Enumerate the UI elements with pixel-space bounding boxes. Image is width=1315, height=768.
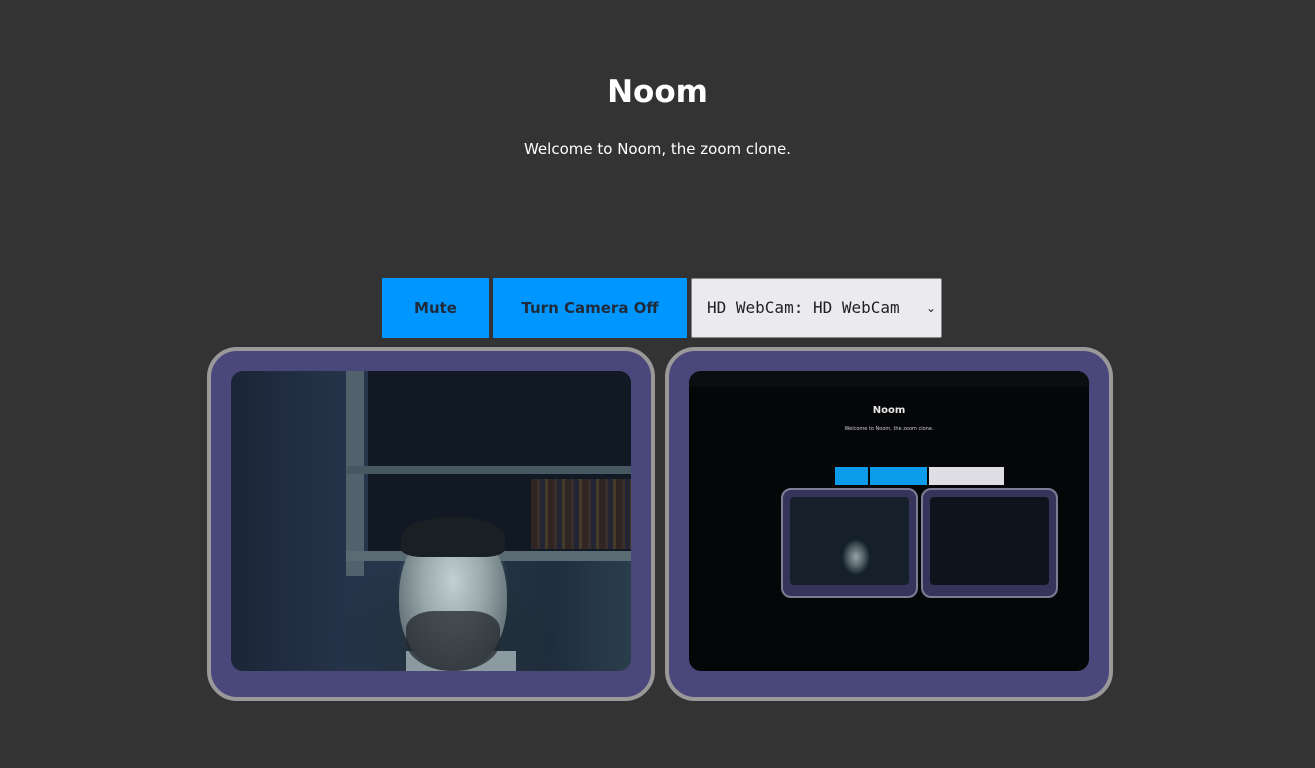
shared-screen-video-1: [790, 497, 909, 585]
person-beard: [406, 611, 500, 671]
mute-button[interactable]: Mute: [382, 278, 489, 338]
my-video-frame: [207, 347, 655, 701]
shared-screen-camera-button: [870, 467, 927, 485]
peer-video: Noom Welcome to Noom, the zoom clone.: [689, 371, 1089, 671]
my-video: [231, 371, 631, 671]
shared-screen-video-2: [930, 497, 1049, 585]
page-title: Noom: [607, 74, 708, 110]
shared-screen-topbar: [689, 371, 1089, 387]
background-books: [531, 479, 631, 549]
shared-screen-video-frame-1: [781, 488, 918, 598]
page-subtitle: Welcome to Noom, the zoom clone.: [523, 140, 792, 158]
camera-select-value: HD WebCam: HD WebCam: [707, 298, 900, 317]
person-hair: [401, 517, 505, 557]
shared-screen-camera-select: [929, 467, 1004, 485]
shared-screen-mute-button: [835, 467, 868, 485]
shared-screen-video-frame-2: [921, 488, 1058, 598]
camera-toggle-button[interactable]: Turn Camera Off: [493, 278, 687, 338]
shared-screen-subtitle: Welcome to Noom, the zoom clone.: [844, 426, 934, 432]
chevron-down-icon: ⌄: [925, 301, 936, 315]
camera-select[interactable]: HD WebCam: HD WebCam ⌄: [691, 278, 942, 338]
shared-screen-title: Noom: [872, 405, 906, 416]
peer-video-frame: Noom Welcome to Noom, the zoom clone.: [665, 347, 1113, 701]
background-shelf-board: [346, 466, 631, 474]
